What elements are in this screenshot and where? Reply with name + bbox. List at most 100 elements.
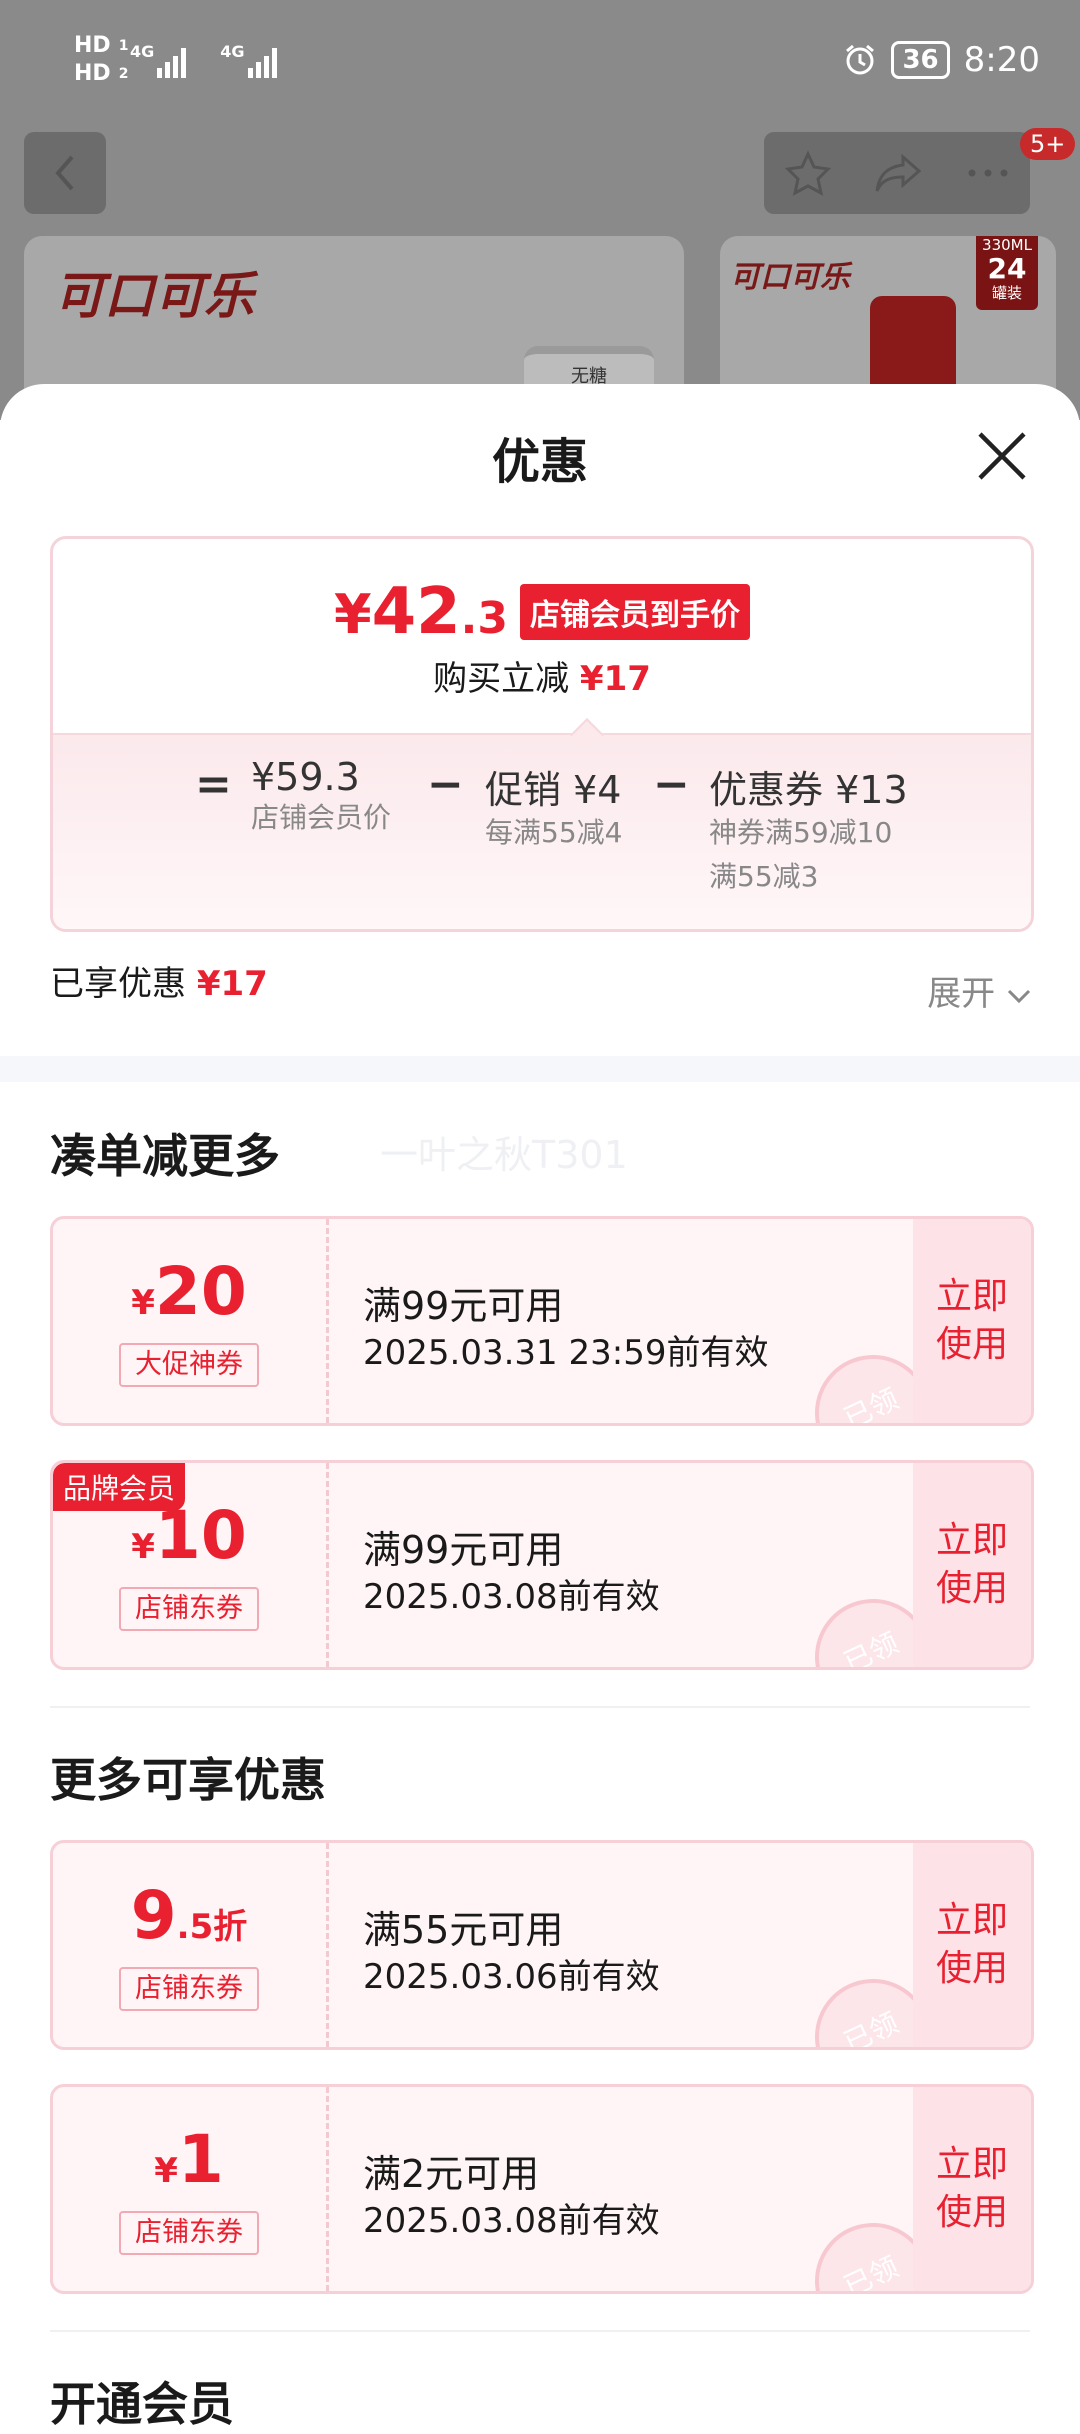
top-actions xyxy=(764,132,1030,214)
coupon-condition: 满55元可用 xyxy=(363,1908,564,1952)
coupon-amount: 9.5折 xyxy=(53,1877,325,1954)
coupon-amount: ¥20 xyxy=(53,1253,325,1330)
coupon-yen: ¥ xyxy=(131,1527,155,1567)
coupon-separator xyxy=(326,1219,329,1423)
coupon-number: 9 xyxy=(130,1877,177,1954)
share-icon[interactable] xyxy=(873,149,925,197)
coupon-expiry: 2025.03.08前有效 xyxy=(363,1577,660,1617)
coupon-value-area: 9.5折 店铺东券 xyxy=(53,1843,325,2047)
coupon-component: 优惠券 ¥13 神券满59减10 满55减3 xyxy=(709,759,908,900)
sim2-label: 2 xyxy=(118,66,129,82)
section-divider-line xyxy=(50,1706,1030,1708)
hd-label-1: HD xyxy=(74,33,111,58)
coupon-type: 店铺东券 xyxy=(119,1967,259,2011)
coupon-value: ¥13 xyxy=(835,768,908,812)
coupon-type: 大促神券 xyxy=(119,1343,259,1387)
price-dec: .3 xyxy=(460,593,508,644)
coupon-amount: ¥1 xyxy=(53,2121,325,2198)
background-app: HD 1 HD 2 4G 4G 36 8:20 5+ 可口可乐 无糖 可口可乐 33… xyxy=(0,0,1080,452)
member-price-label: 店铺会员价 xyxy=(251,801,392,834)
pack-type: 罐装 xyxy=(991,284,1022,302)
coupon-separator xyxy=(326,2087,329,2291)
more-icon[interactable] xyxy=(966,167,1010,179)
enjoyed-discount: 已享优惠 ¥17 xyxy=(50,956,268,1005)
coupon-card[interactable]: 9.5折 店铺东券 满55元可用 2025.03.06前有效 已领 立即 使用 xyxy=(50,1840,1034,2050)
close-icon[interactable] xyxy=(974,428,1030,484)
coupon-card[interactable]: ¥20 大促神券 满99元可用 2025.03.31 23:59前有效 已领 立… xyxy=(50,1216,1034,1426)
sim1-label: 1 xyxy=(118,38,129,54)
section-title-more-offers: 更多可享优惠 xyxy=(50,1753,326,1807)
coupon-condition: 满2元可用 xyxy=(363,2152,540,2196)
price-yen: ¥ xyxy=(334,583,372,646)
back-button[interactable] xyxy=(24,132,106,214)
coupon-value-area: ¥1 店铺东券 xyxy=(53,2087,325,2291)
watermark: 一叶之秋T301 xyxy=(380,1133,628,1177)
promo-component: 促销 ¥4 每满55减4 xyxy=(485,759,622,856)
battery-icon: 36 xyxy=(891,41,950,79)
coupon-value-area: ¥10 店铺东券 xyxy=(53,1463,325,1667)
status-bar: HD 1 HD 2 4G 4G 36 8:20 xyxy=(0,0,1080,130)
member-price-value: ¥59.3 xyxy=(251,755,360,799)
use-now-button[interactable]: 立即 使用 xyxy=(913,1463,1031,1667)
signal-icon-2: 4G xyxy=(220,42,277,78)
pack-count: 24 xyxy=(987,252,1027,285)
coupon-number: 1 xyxy=(177,2121,224,2198)
expand-toggle[interactable]: 展开 xyxy=(927,966,1032,1015)
promo-value: ¥4 xyxy=(573,768,622,812)
star-icon[interactable] xyxy=(784,149,832,197)
coupon-card[interactable]: 品牌会员 ¥10 店铺东券 满99元可用 2025.03.08前有效 已领 立即… xyxy=(50,1460,1034,1670)
coupon-desc-2: 满55减3 xyxy=(709,860,819,893)
clock: 8:20 xyxy=(963,40,1040,80)
coupon-yen: ¥ xyxy=(131,1283,155,1323)
message-badge: 5+ xyxy=(1020,128,1076,160)
coupon-amount: ¥10 xyxy=(53,1497,325,1574)
equals-sign: = xyxy=(195,759,232,810)
section-title-more-order: 凑单减更多 xyxy=(50,1129,280,1183)
sheet-title: 优惠 xyxy=(491,434,588,490)
price-breakdown: ¥42.3 店铺会员到手价 购买立减 ¥17 = ¥59.3 店铺会员价 − 促… xyxy=(50,536,1034,932)
member-price-component: ¥59.3 店铺会员价 xyxy=(251,755,391,841)
instant-reduction: 购买立减 ¥17 xyxy=(53,651,1031,700)
alarm-icon xyxy=(846,44,875,75)
coupon-value-area: ¥20 大促神券 xyxy=(53,1219,325,1423)
coupon-condition: 满99元可用 xyxy=(363,1284,564,1328)
enjoyed-label: 已享优惠 xyxy=(50,964,186,1004)
coupon-number: 20 xyxy=(154,1253,247,1330)
coupon-desc-1: 神券满59减10 xyxy=(709,816,893,849)
coupon-expiry: 2025.03.31 23:59前有效 xyxy=(363,1333,769,1373)
coupon-card[interactable]: ¥1 店铺东券 满2元可用 2025.03.08前有效 已领 立即 使用 xyxy=(50,2084,1034,2294)
brand-logo-small: 可口可乐 xyxy=(730,260,850,295)
signal-icons: 4G 4G xyxy=(130,42,277,78)
promo-desc: 每满55减4 xyxy=(485,816,623,849)
use-now-button[interactable]: 立即 使用 xyxy=(913,1219,1031,1423)
section-title-next: 开通会员 xyxy=(50,2377,234,2431)
coupon-separator xyxy=(326,1463,329,1667)
enjoyed-value: ¥17 xyxy=(196,964,268,1004)
reduction-value: ¥17 xyxy=(579,659,651,699)
expand-label: 展开 xyxy=(927,974,996,1014)
network-indicator: HD 1 HD 2 xyxy=(74,32,128,88)
price-int: 42 xyxy=(371,575,461,649)
use-now-button[interactable]: 立即 使用 xyxy=(913,2087,1031,2291)
brand-logo: 可口可乐 xyxy=(54,266,254,325)
coupon-yen: ¥ xyxy=(154,2151,178,2191)
chevron-left-icon xyxy=(55,155,74,191)
signal-icon-1: 4G xyxy=(130,42,187,78)
section-divider xyxy=(0,1056,1080,1082)
minus-sign-2: − xyxy=(653,759,690,810)
final-price: ¥42.3 xyxy=(334,575,508,649)
hd-label-2: HD xyxy=(74,61,111,86)
coupon-unit: .5折 xyxy=(176,1907,248,1947)
coupon-separator xyxy=(326,1843,329,2047)
use-now-button[interactable]: 立即 使用 xyxy=(913,1843,1031,2047)
coupon-type: 店铺东券 xyxy=(119,1587,259,1631)
signal-label-1: 4G xyxy=(130,42,155,61)
section-divider-line xyxy=(50,2330,1030,2332)
coupon-condition: 满99元可用 xyxy=(363,1528,564,1572)
promo-label: 促销 xyxy=(485,768,562,812)
coupon-expiry: 2025.03.08前有效 xyxy=(363,2201,660,2241)
coupon-label: 优惠券 xyxy=(709,768,824,812)
member-price-tag: 店铺会员到手价 xyxy=(519,584,750,640)
coupon-type: 店铺东券 xyxy=(119,2211,259,2255)
signal-label-2: 4G xyxy=(220,42,245,61)
